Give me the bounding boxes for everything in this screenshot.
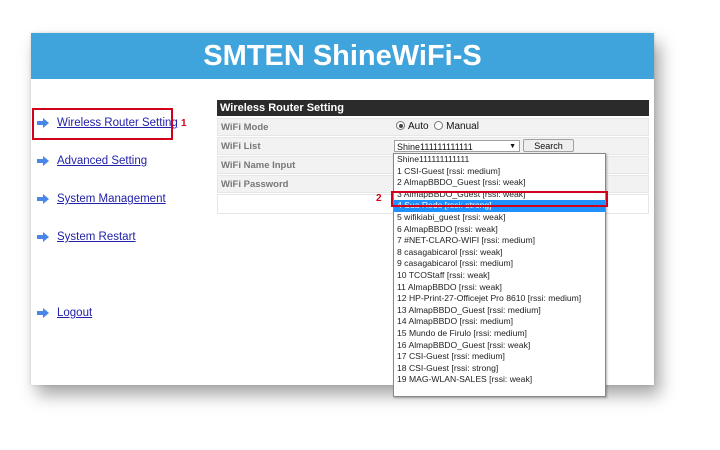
wifi-option[interactable]: 14 AlmapBBDO [rssi: medium] — [394, 316, 605, 328]
radio-manual[interactable] — [434, 121, 444, 130]
wifi-option[interactable]: 8 casagabicarol [rssi: weak] — [394, 247, 605, 259]
wifi-list-label: WiFi List — [221, 141, 261, 152]
radio-manual-label: Manual — [446, 121, 479, 132]
step-marker-2: 2 — [376, 193, 382, 204]
wifi-option[interactable]: 19 MAG-WLAN-SALES [rssi: weak] — [394, 374, 605, 386]
wifi-option[interactable]: 7 #NET-CLARO-WIFI [rssi: medium] — [394, 235, 605, 247]
wifi-option[interactable]: 2 AlmapBBDO_Guest [rssi: weak] — [394, 177, 605, 189]
app-window: SMTEN ShineWiFi-S Wireless Router Settin… — [31, 33, 654, 397]
highlight-box-sidebar — [32, 108, 173, 140]
sidebar-item-label[interactable]: System Restart — [57, 231, 136, 243]
wifi-option[interactable]: 13 AlmapBBDO_Guest [rssi: medium] — [394, 305, 605, 317]
wifi-option[interactable]: 11 AlmapBBDO [rssi: weak] — [394, 282, 605, 294]
highlight-box-option — [391, 191, 608, 207]
wifi-option[interactable]: 1 CSI-Guest [rssi: medium] — [394, 166, 605, 178]
wifi-list-select[interactable]: Shine111111111111 ▼ — [394, 140, 520, 152]
sidebar-item-advanced-setting[interactable]: Advanced Setting — [37, 155, 147, 167]
sidebar-item-label[interactable]: System Management — [57, 193, 166, 205]
panel-title: Wireless Router Setting — [217, 100, 649, 116]
sidebar-item-label[interactable]: Advanced Setting — [57, 155, 147, 167]
arrow-right-icon — [37, 156, 49, 166]
wifi-option[interactable]: 16 AlmapBBDO_Guest [rssi: weak] — [394, 340, 605, 352]
wifi-option[interactable]: 18 CSI-Guest [rssi: strong] — [394, 363, 605, 375]
wifi-mode-options: Auto Manual — [396, 121, 479, 132]
wifi-option[interactable]: 9 casagabicarol [rssi: medium] — [394, 258, 605, 270]
sidebar-item-logout[interactable]: Logout — [37, 307, 92, 319]
radio-auto[interactable] — [396, 121, 405, 130]
arrow-right-icon — [37, 232, 49, 242]
wifi-option[interactable]: Shine111111111111 — [394, 154, 605, 166]
wifi-option[interactable]: 12 HP-Print-27-Officejet Pro 8610 [rssi:… — [394, 293, 605, 305]
wifi-password-label: WiFi Password — [221, 179, 289, 190]
radio-auto-label: Auto — [408, 121, 429, 132]
wifi-mode-row: WiFi Mode Auto Manual — [217, 118, 649, 136]
sidebar-item-system-management[interactable]: System Management — [37, 193, 166, 205]
wifi-mode-label: WiFi Mode — [221, 122, 269, 133]
sidebar-item-system-restart[interactable]: System Restart — [37, 231, 136, 243]
step-marker-1: 1 — [181, 118, 187, 129]
arrow-right-icon — [37, 194, 49, 204]
sidebar-item-label[interactable]: Logout — [57, 307, 92, 319]
wifi-list-selected-value: Shine111111111111 — [397, 142, 473, 152]
wifi-dropdown-list[interactable]: Shine111111111111 1 CSI-Guest [rssi: medi… — [393, 153, 606, 397]
wifi-option[interactable]: 5 wifikiabi_guest [rssi: weak] — [394, 212, 605, 224]
search-button[interactable]: Search — [523, 139, 574, 152]
wifi-option[interactable]: 17 CSI-Guest [rssi: medium] — [394, 351, 605, 363]
settings-panel: Wireless Router Setting — [217, 100, 649, 116]
wifi-option[interactable]: 6 AlmapBBDO [rssi: weak] — [394, 224, 605, 236]
wifi-name-label: WiFi Name Input — [221, 160, 296, 171]
wifi-option[interactable]: 15 Mundo de Firulo [rssi: medium] — [394, 328, 605, 340]
page-title: SMTEN ShineWiFi-S — [31, 33, 654, 79]
caret-down-icon: ▼ — [509, 143, 516, 150]
wifi-option[interactable]: 10 TCOStaff [rssi: weak] — [394, 270, 605, 282]
arrow-right-icon — [37, 308, 49, 318]
